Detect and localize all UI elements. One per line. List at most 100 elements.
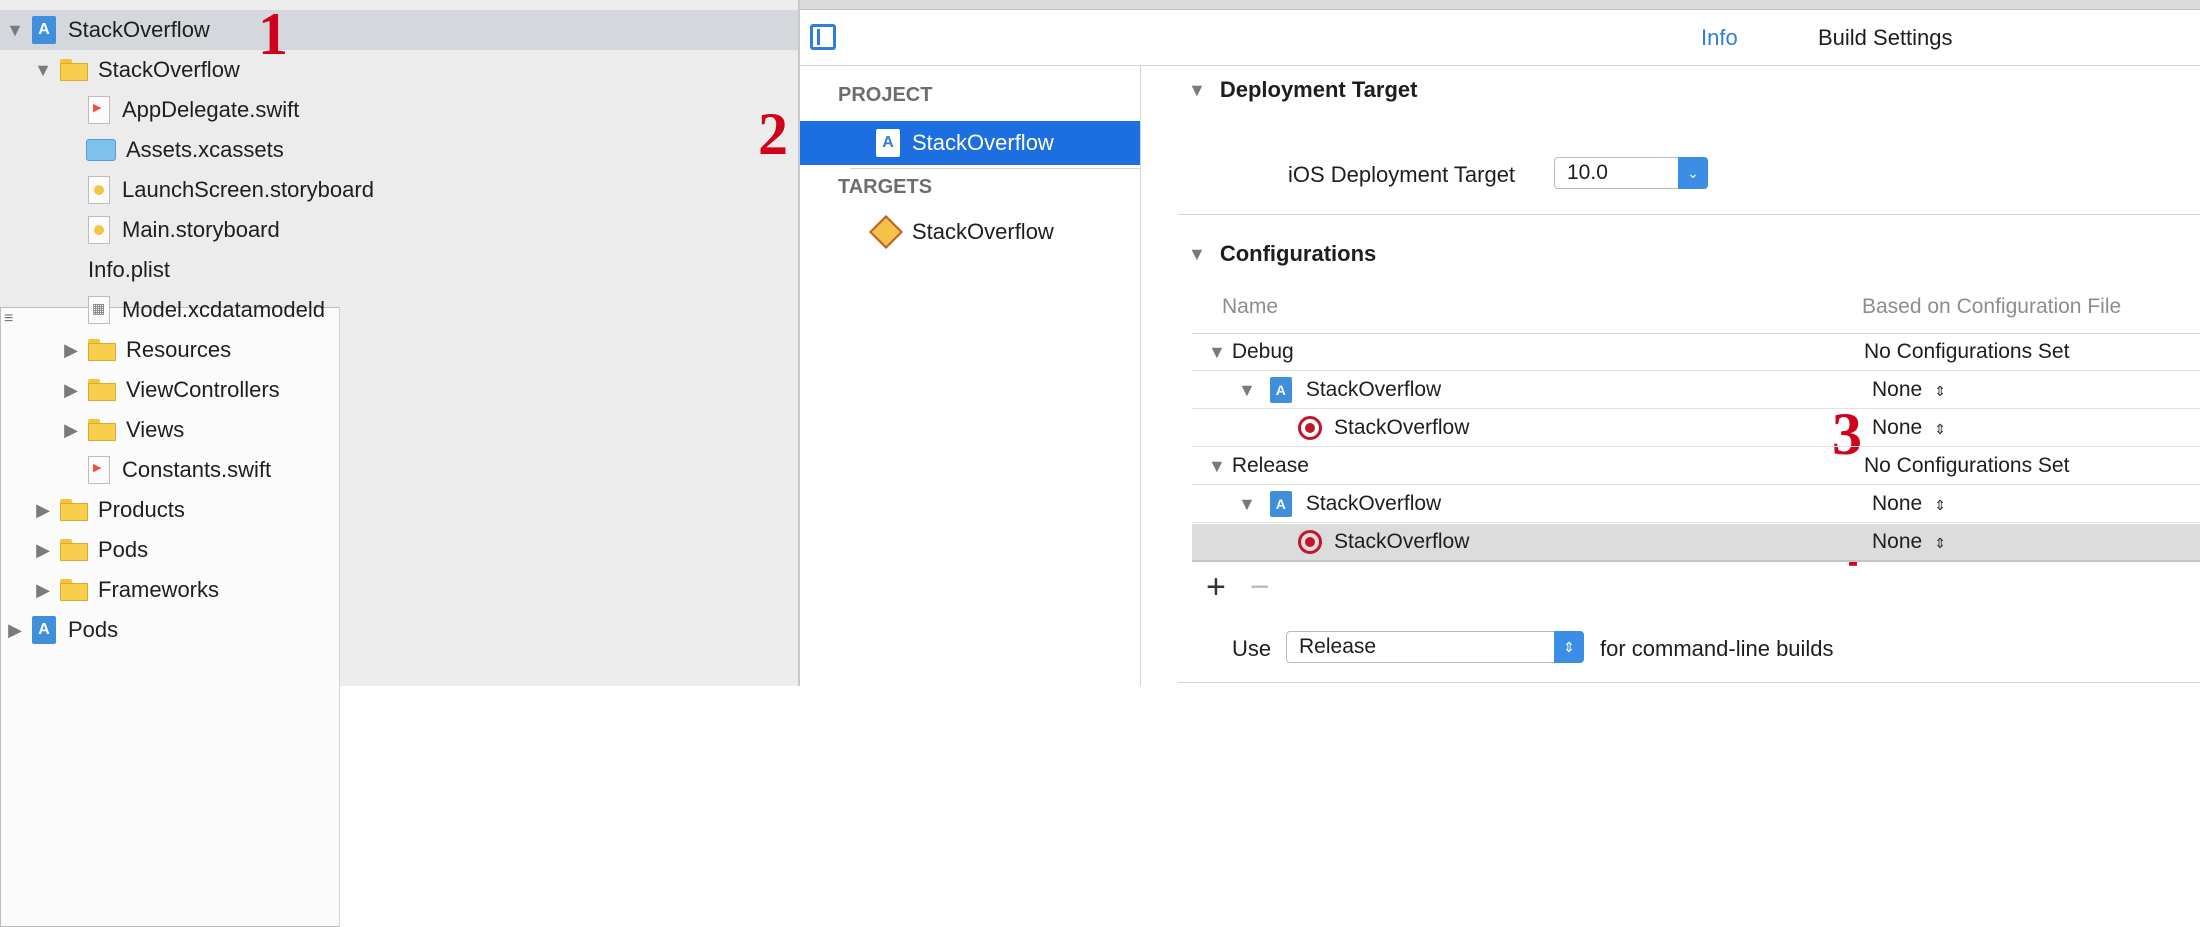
config-file-select[interactable]: None ⇕ — [1872, 492, 1946, 516]
navigator-item-file[interactable]: Assets.xcassets — [0, 130, 798, 170]
divider — [1178, 214, 2200, 215]
deployment-target-section-header[interactable]: ▼ Deployment Target — [1188, 77, 1417, 103]
add-configuration-button[interactable]: + — [1206, 568, 1226, 607]
navigator-item-label: Assets.xcassets — [126, 137, 284, 162]
updown-chevron-icon[interactable]: ⇕ — [1554, 631, 1584, 663]
disclosure-expanded-icon[interactable]: ▼ — [1188, 244, 1206, 265]
disclosure-expanded-icon[interactable]: ▼ — [1238, 380, 1256, 401]
navigator-item-group[interactable]: ▼ StackOverflow — [0, 50, 798, 90]
config-row-debug[interactable]: ▼ Debug No Configurations Set — [1192, 334, 2200, 371]
config-name: StackOverflow — [1305, 492, 1442, 515]
remove-configuration-button[interactable]: − — [1250, 568, 1270, 607]
use-label: Use — [1232, 636, 1272, 661]
target-icon — [1298, 416, 1322, 440]
project-navigator: ▼ StackOverflow ▼ StackOverflow AppDeleg… — [0, 0, 800, 927]
project-list-item[interactable]: StackOverflow — [800, 121, 1140, 165]
navigator-item-group[interactable]: ▶ Views — [0, 410, 798, 450]
project-icon — [32, 16, 56, 44]
column-header-based-on: Based on Configuration File — [1862, 295, 2122, 318]
storyboard-file-icon — [88, 216, 110, 244]
navigator-item-group[interactable]: ▶ Frameworks — [0, 570, 798, 610]
navigator-item-file[interactable]: Info.plist — [0, 250, 798, 927]
ios-deployment-target-select[interactable]: 10.0 ⌄ — [1554, 157, 1708, 189]
disclosure-expanded-icon[interactable]: ▼ — [1208, 456, 1226, 477]
navigator-item-group[interactable]: ▶ ViewControllers — [0, 370, 798, 410]
ios-deployment-target-value: 10.0 — [1567, 161, 1608, 184]
config-row-target[interactable]: StackOverflow None ⇕ — [1192, 410, 2200, 447]
navigator-item-label: StackOverflow — [98, 57, 240, 82]
navigator-item-file[interactable]: LaunchScreen.storyboard — [0, 170, 798, 210]
datamodel-file-icon — [88, 296, 110, 324]
navigator-item-label: Views — [126, 417, 185, 442]
storyboard-file-icon — [88, 176, 110, 204]
config-file-select[interactable]: None ⇕ — [1872, 416, 1946, 440]
config-file-select[interactable]: None ⇕ — [1872, 530, 1946, 554]
config-row-project[interactable]: ▼ StackOverflow None ⇕ — [1192, 486, 2200, 523]
navigator-item-label: StackOverflow — [68, 17, 210, 42]
disclosure-collapsed-icon[interactable]: ▶ — [60, 339, 82, 361]
navigator-item-file[interactable]: Main.storyboard — [0, 210, 798, 250]
navigator-item-label: Products — [98, 497, 185, 522]
editor-toolbar: Info Build Settings — [800, 9, 2200, 66]
disclosure-expanded-icon[interactable]: ▼ — [1188, 80, 1206, 101]
command-line-config-select[interactable]: Release ⇕ — [1286, 631, 1584, 663]
folder-icon — [60, 539, 88, 561]
folder-icon — [88, 379, 116, 401]
swift-file-icon — [88, 456, 110, 484]
configurations-section-header[interactable]: ▼ Configurations — [1188, 241, 1376, 267]
config-row-target[interactable]: StackOverflow None ⇕ — [1192, 524, 2200, 562]
navigator-item-file[interactable]: Constants.swift — [0, 450, 798, 490]
navigator-item-group[interactable]: ▶ Pods — [0, 530, 798, 570]
target-icon — [1298, 530, 1322, 554]
navigator-item-label: Model.xcdatamodeld — [122, 297, 326, 322]
disclosure-collapsed-icon[interactable]: ▶ — [60, 379, 82, 401]
navigator-item-label: Info.plist — [88, 257, 170, 282]
navigator-item-label: Resources — [126, 337, 232, 362]
disclosure-collapsed-icon[interactable]: ▶ — [32, 579, 54, 601]
config-file-select[interactable]: None ⇕ — [1872, 378, 1946, 402]
config-row-project[interactable]: ▼ StackOverflow None ⇕ — [1192, 372, 2200, 409]
navigator-item-file[interactable]: AppDelegate.swift — [0, 90, 798, 130]
disclosure-expanded-icon[interactable]: ▼ — [4, 19, 26, 41]
project-editor: Info Build Settings PROJECT StackOverflo… — [800, 9, 2200, 686]
sidebar-toggle-icon[interactable] — [810, 24, 836, 50]
config-value: None — [1872, 416, 1923, 439]
navigator-item-group[interactable]: ▶ Products — [0, 490, 798, 530]
project-targets-list: PROJECT StackOverflow TARGETS StackOverf… — [800, 66, 1141, 686]
navigator-item-group[interactable]: ▶ Resources — [0, 330, 798, 370]
navigator-item-file[interactable]: Model.xcdatamodeld — [0, 290, 798, 330]
navigator-item-project-root[interactable]: ▼ StackOverflow — [0, 10, 798, 50]
navigator-item-label: Pods — [68, 617, 119, 642]
disclosure-collapsed-icon[interactable]: ▶ — [32, 499, 54, 521]
disclosure-collapsed-icon[interactable]: ▶ — [60, 419, 82, 441]
navigator-item-project[interactable]: ▶ Pods — [0, 610, 798, 650]
command-line-builds-label: for command-line builds — [1600, 636, 1834, 661]
updown-chevron-icon: ⇕ — [1934, 383, 1946, 399]
disclosure-expanded-icon[interactable]: ▼ — [1238, 494, 1256, 515]
project-item-label: StackOverflow — [912, 130, 1054, 155]
tab-build-settings[interactable]: Build Settings — [1818, 25, 1953, 51]
navigator-item-label: Constants.swift — [122, 457, 272, 482]
folder-icon — [88, 339, 116, 361]
tab-info[interactable]: Info — [1701, 25, 1738, 51]
target-list-item[interactable]: StackOverflow — [800, 210, 1140, 254]
command-line-config-value: Release — [1299, 635, 1377, 658]
disclosure-collapsed-icon[interactable]: ▶ — [4, 619, 26, 641]
project-icon — [1269, 377, 1292, 403]
deployment-target-title: Deployment Target — [1219, 77, 1418, 102]
updown-chevron-icon: ⇕ — [1934, 497, 1946, 513]
folder-icon — [60, 59, 88, 81]
ios-deployment-target-label: iOS Deployment Target — [1288, 162, 1516, 187]
folder-icon — [60, 499, 88, 521]
targets-section-header: TARGETS — [838, 176, 933, 198]
project-icon — [1269, 491, 1292, 517]
disclosure-expanded-icon[interactable]: ▼ — [1208, 342, 1226, 363]
chevron-down-icon[interactable]: ⌄ — [1678, 157, 1708, 189]
disclosure-expanded-icon[interactable]: ▼ — [32, 59, 54, 81]
project-section-header: PROJECT — [838, 84, 933, 106]
disclosure-collapsed-icon[interactable]: ▶ — [32, 539, 54, 561]
target-item-label: StackOverflow — [912, 219, 1054, 244]
config-row-release[interactable]: ▼ Release No Configurations Set — [1192, 448, 2200, 485]
navigator-item-label: ViewControllers — [126, 377, 280, 402]
config-name: Debug — [1231, 340, 1294, 363]
